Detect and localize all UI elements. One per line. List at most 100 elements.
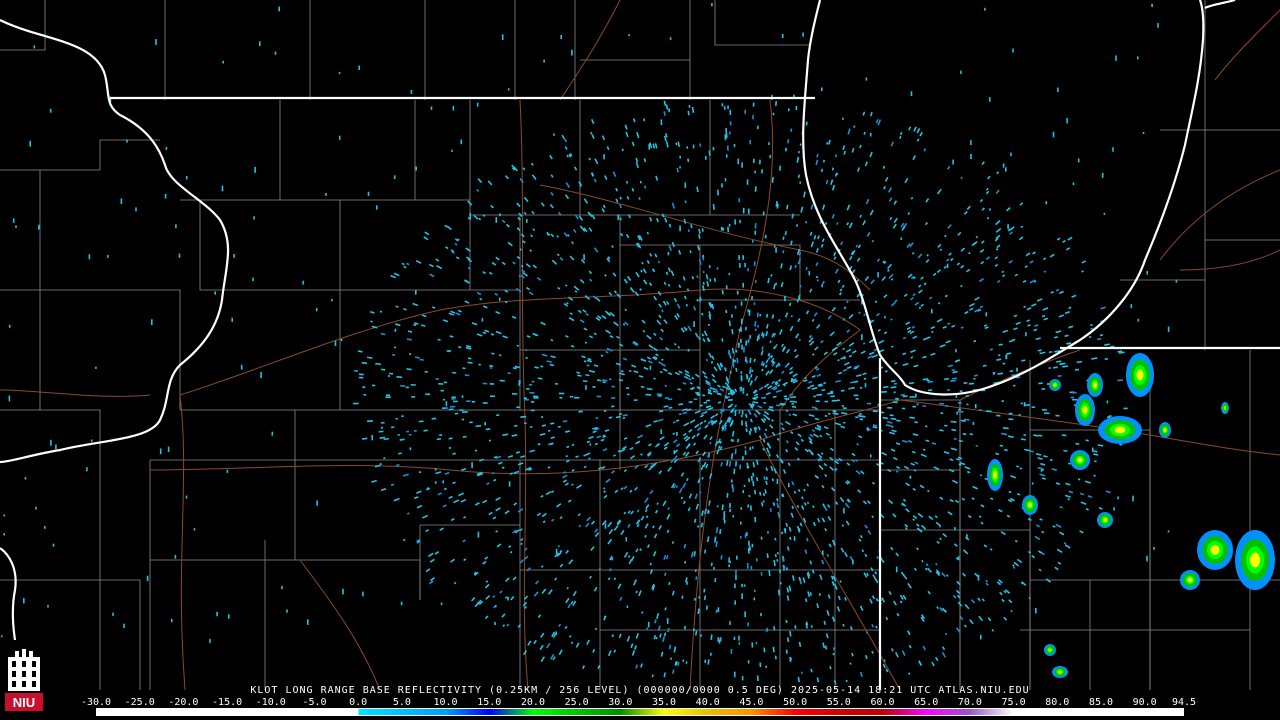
radar-echo — [748, 540, 750, 546]
storm-cell — [1077, 457, 1083, 463]
radar-echo — [543, 59, 545, 63]
radar-echo — [1130, 304, 1133, 308]
radar-echo — [747, 208, 750, 215]
radar-echo — [531, 380, 535, 383]
radar-echo — [604, 410, 607, 413]
radar-echo — [442, 480, 444, 484]
radar-echo — [540, 416, 544, 418]
radar-echo — [391, 426, 395, 429]
radar-echo — [135, 207, 137, 212]
radar-echo — [747, 660, 750, 664]
storm-cell — [1093, 382, 1097, 388]
radar-echo — [743, 584, 746, 587]
radar-echo — [751, 543, 754, 548]
radar-echo — [744, 109, 747, 114]
radar-echo — [228, 614, 230, 619]
radar-echo — [785, 147, 787, 152]
radar-echo — [742, 283, 745, 288]
radar-echo — [1057, 87, 1059, 92]
radar-echo — [362, 591, 364, 597]
radar-echo — [482, 382, 488, 385]
radar-echo — [1106, 400, 1109, 404]
radar-echo — [688, 401, 693, 403]
radar-echo — [979, 409, 982, 411]
radar-echo — [927, 389, 933, 392]
radar-echo — [880, 411, 885, 414]
radar-echo — [626, 605, 629, 608]
radar-echo — [451, 396, 456, 399]
radar-echo — [740, 318, 743, 325]
radar-echo — [286, 609, 288, 613]
radar-echo — [171, 618, 173, 623]
radar-echo — [1028, 597, 1031, 600]
radar-echo — [745, 326, 747, 331]
radar-echo — [451, 149, 453, 152]
radar-echo — [970, 140, 972, 145]
radar-echo — [768, 142, 770, 146]
radar-echo — [435, 378, 439, 380]
radar-echo — [679, 155, 681, 159]
radar-echo — [748, 494, 751, 498]
radar-echo — [957, 402, 962, 404]
radar-echo — [748, 478, 751, 483]
radar-echo — [895, 566, 898, 573]
radar-echo — [518, 380, 521, 386]
radar-echo — [985, 312, 988, 317]
radar-echo — [643, 118, 645, 122]
radar-echo — [560, 34, 562, 39]
radar-echo — [864, 383, 867, 388]
radar-echo — [747, 622, 749, 627]
radar-echo — [460, 139, 463, 145]
radar-echo — [815, 400, 820, 402]
radar-echo — [754, 230, 757, 235]
radar-echo — [738, 198, 741, 203]
radar-echo — [732, 515, 735, 518]
storm-cell — [1048, 648, 1052, 652]
radar-echo — [165, 146, 168, 150]
radar-echo — [901, 407, 906, 410]
radar-echo — [376, 205, 378, 210]
radar-echo — [664, 397, 670, 399]
radar-echo — [394, 328, 397, 332]
radar-echo — [530, 409, 535, 412]
radar-echo — [585, 385, 587, 390]
radar-echo — [625, 537, 628, 542]
radar-echo — [973, 377, 976, 380]
radar-echo — [489, 366, 493, 369]
radar-echo — [772, 647, 775, 650]
radar-echo — [1012, 48, 1014, 53]
radar-echo — [558, 392, 565, 395]
radar-echo — [501, 34, 504, 40]
radar-echo — [749, 335, 752, 339]
radar-echo — [448, 408, 454, 411]
radar-echo — [723, 106, 726, 110]
radar-echo — [721, 183, 723, 188]
radar-echo — [952, 159, 954, 165]
radar-echo — [742, 255, 745, 260]
radar-echo — [676, 432, 678, 436]
radar-echo — [315, 308, 318, 312]
radar-echo — [1005, 355, 1008, 359]
reflectivity-colorbar — [96, 708, 1184, 716]
radar-echo — [732, 488, 735, 493]
radar-echo — [1072, 391, 1077, 394]
radar-echo — [389, 372, 394, 375]
radar-echo — [1117, 496, 1119, 500]
radar-echo — [434, 481, 437, 484]
radar-echo — [884, 316, 886, 319]
radar-echo — [44, 526, 46, 529]
radar-echo — [965, 395, 969, 397]
radar-echo — [1146, 270, 1148, 275]
radar-echo — [193, 528, 196, 531]
radar-echo — [747, 339, 750, 343]
radar-echo — [1048, 367, 1051, 369]
radar-echo — [1091, 447, 1094, 452]
radar-echo — [750, 565, 753, 571]
radar-echo — [185, 176, 188, 180]
radar-echo — [793, 536, 796, 541]
radar-echo — [752, 102, 755, 107]
radar-echo — [836, 399, 840, 402]
radar-echo — [684, 182, 687, 188]
radar-echo — [511, 393, 518, 395]
radar-echo — [112, 612, 114, 616]
